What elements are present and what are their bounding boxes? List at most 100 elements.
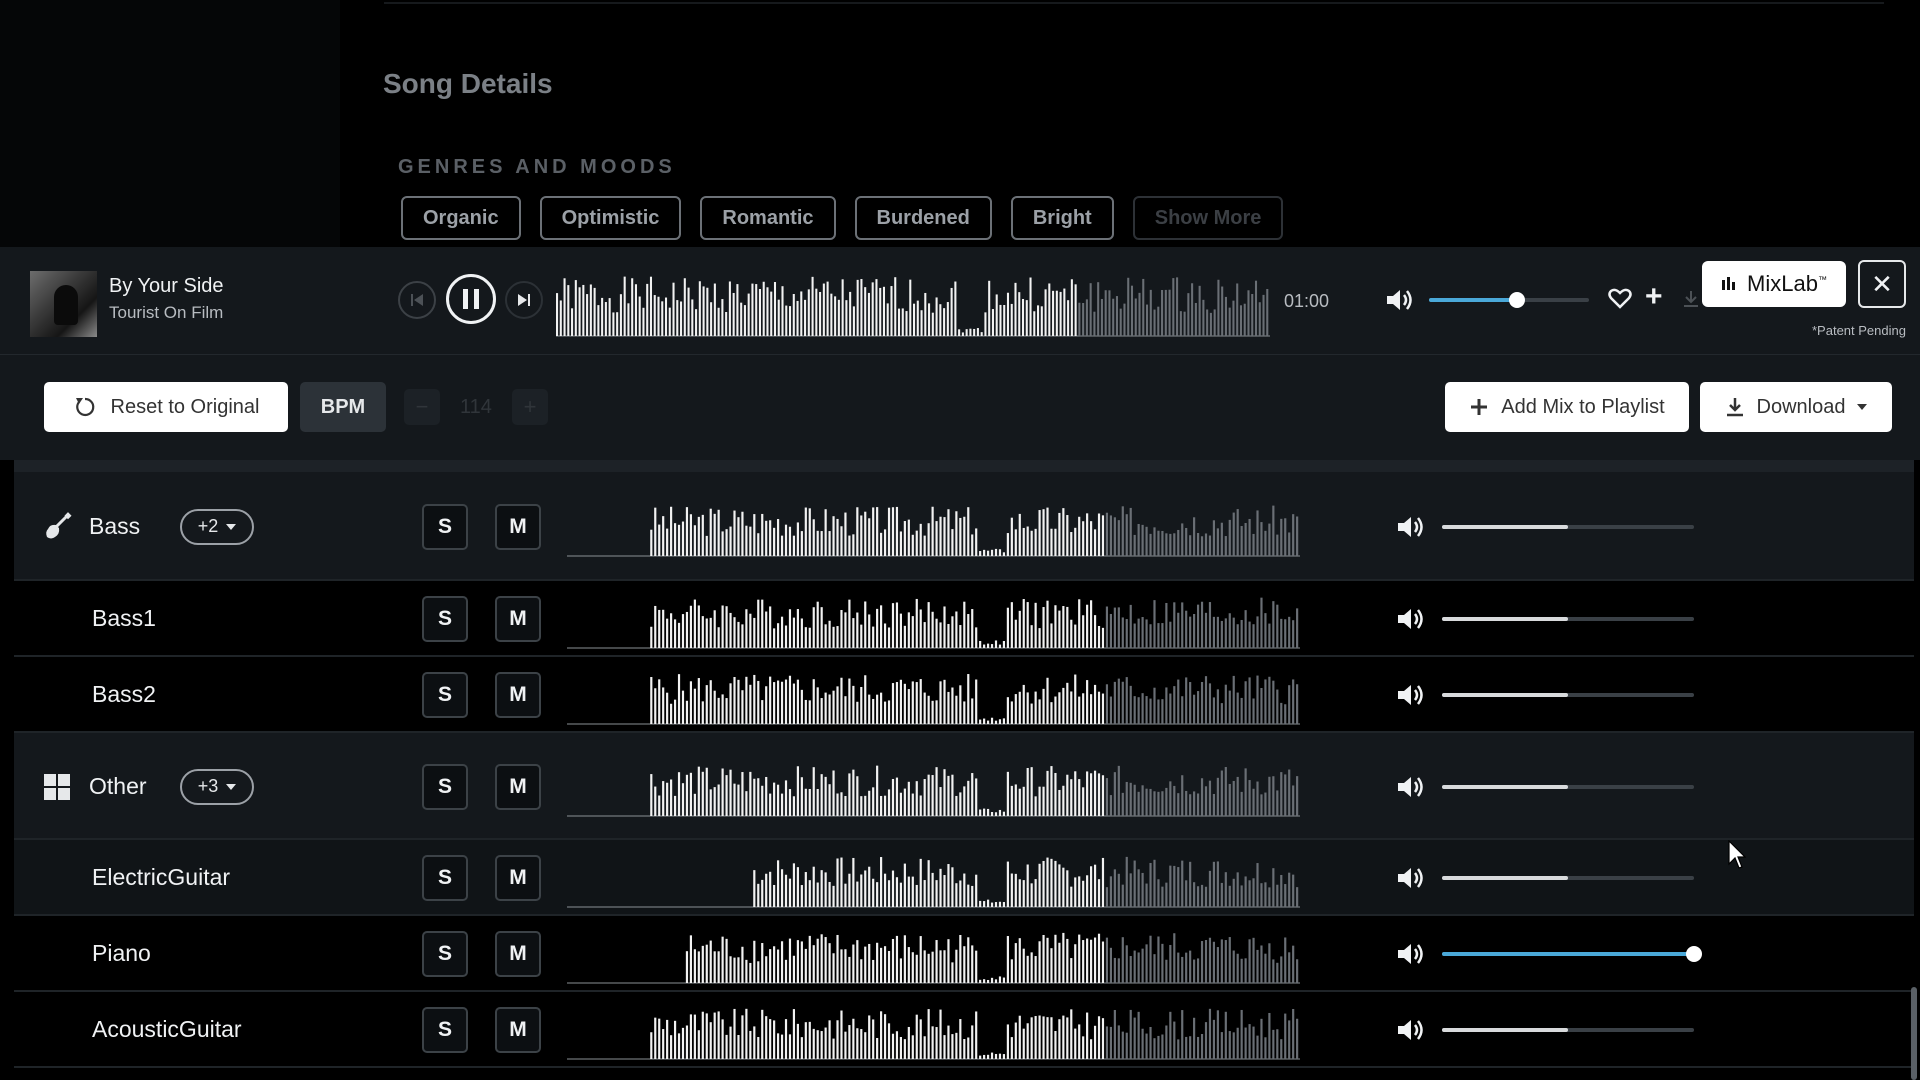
bpm-decrease-button[interactable]: − — [404, 389, 440, 425]
waveform-bar — [983, 644, 986, 648]
volume-icon[interactable] — [1385, 287, 1415, 313]
waveform-bar — [780, 793, 784, 816]
waveform-bar — [1006, 771, 1009, 816]
main-waveform[interactable] — [556, 267, 1270, 337]
volume-icon[interactable] — [1396, 682, 1426, 708]
waveform-bar — [681, 690, 685, 724]
waveform-bar — [1022, 527, 1025, 556]
expand-stems-button[interactable]: +2 — [180, 508, 254, 545]
song-details-background: Song Details GENRES AND MOODS Organic Op… — [0, 0, 1920, 247]
waveform-bar — [820, 607, 823, 648]
mixlab-button[interactable]: MixLab™ — [1702, 261, 1846, 307]
mute-button[interactable]: M — [495, 596, 541, 642]
waveform-bar — [1296, 515, 1299, 556]
reset-to-original-button[interactable]: Reset to Original — [44, 382, 288, 432]
track-volume-slider[interactable] — [1442, 946, 1702, 962]
bpm-button[interactable]: BPM — [300, 382, 386, 432]
waveform-bar — [1074, 1028, 1077, 1059]
download-button[interactable]: Download — [1700, 382, 1892, 432]
track-volume-knob[interactable] — [1686, 946, 1702, 962]
waveform-bar — [1006, 532, 1009, 556]
album-art[interactable] — [30, 271, 97, 337]
waveform-bar — [658, 1018, 661, 1059]
add-to-playlist-icon[interactable]: + — [1645, 282, 1663, 312]
genre-chip[interactable]: Optimistic — [539, 196, 682, 240]
track-waveform[interactable] — [567, 665, 1300, 725]
solo-button[interactable]: S — [422, 596, 468, 642]
waveform-bar — [923, 692, 926, 724]
waveform-bar — [701, 616, 704, 648]
scrollbar[interactable] — [1911, 987, 1917, 1080]
solo-button[interactable]: S — [422, 855, 468, 901]
volume-icon[interactable] — [1396, 865, 1426, 891]
volume-icon[interactable] — [1396, 1017, 1426, 1043]
track-waveform[interactable] — [567, 1000, 1300, 1060]
waveform-bar — [824, 776, 827, 816]
solo-button[interactable]: S — [422, 763, 468, 810]
mute-button[interactable]: M — [495, 931, 541, 977]
waveform-bar — [975, 679, 978, 724]
waveform-bar — [769, 793, 772, 816]
waveform-bar — [947, 1025, 950, 1059]
mute-button[interactable]: M — [495, 503, 541, 550]
genres-heading: GENRES AND MOODS — [398, 156, 676, 178]
mute-button[interactable]: M — [495, 855, 541, 901]
volume-icon[interactable] — [1396, 941, 1426, 967]
track-volume-slider[interactable] — [1442, 876, 1694, 880]
track-waveform[interactable] — [567, 848, 1300, 908]
previous-button[interactable] — [398, 281, 436, 319]
track-volume-slider[interactable] — [1442, 1028, 1694, 1032]
next-button[interactable] — [505, 281, 543, 319]
mute-button[interactable]: M — [495, 1007, 541, 1053]
solo-button[interactable]: S — [422, 1007, 468, 1053]
track-title[interactable]: By Your Side — [109, 275, 224, 298]
waveform-bar — [1082, 303, 1085, 336]
track-volume-slider[interactable] — [1442, 617, 1694, 621]
track-waveform[interactable] — [567, 924, 1300, 984]
waveform-bar — [820, 934, 823, 983]
waveform-bar — [1034, 956, 1037, 983]
show-more-button[interactable]: Show More — [1132, 196, 1284, 240]
expand-stems-button[interactable]: +3 — [180, 768, 254, 805]
genre-chip[interactable]: Romantic — [700, 196, 836, 240]
waveform-bar — [1169, 780, 1172, 816]
bpm-increase-button[interactable]: + — [512, 389, 548, 425]
solo-button[interactable]: S — [422, 672, 468, 718]
volume-icon[interactable] — [1396, 606, 1426, 632]
close-icon: ✕ — [1871, 268, 1893, 299]
waveform-bar — [1121, 884, 1124, 907]
waveform-bar — [693, 599, 696, 648]
volume-icon[interactable] — [1396, 774, 1426, 800]
genre-chip[interactable]: Burdened — [854, 196, 992, 240]
pause-button[interactable] — [446, 274, 496, 324]
mute-button[interactable]: M — [495, 672, 541, 718]
solo-button[interactable]: S — [422, 503, 468, 550]
waveform-bar — [1236, 283, 1239, 336]
track-artist[interactable]: Tourist On Film — [109, 303, 223, 323]
track-volume-slider[interactable] — [1442, 524, 1694, 529]
waveform-bar — [1050, 528, 1053, 556]
download-icon[interactable] — [1682, 289, 1700, 309]
track-waveform[interactable] — [567, 497, 1300, 557]
track-volume-slider[interactable] — [1442, 693, 1694, 697]
track-waveform[interactable] — [567, 757, 1300, 817]
volume-knob[interactable] — [1509, 292, 1525, 308]
waveform-bar — [852, 944, 855, 983]
volume-icon[interactable] — [1396, 514, 1426, 540]
track-volume-slider[interactable] — [1442, 784, 1694, 789]
waveform-bar — [1115, 296, 1118, 336]
close-button[interactable]: ✕ — [1858, 260, 1906, 308]
genre-chip[interactable]: Organic — [401, 196, 521, 240]
genre-chip[interactable]: Bright — [1010, 196, 1114, 240]
waveform-bar — [943, 679, 946, 724]
mute-button[interactable]: M — [495, 763, 541, 810]
waveform-bar — [673, 699, 677, 724]
solo-button[interactable]: S — [422, 931, 468, 977]
bpm-value: 114 — [460, 396, 492, 418]
waveform-bar — [1062, 932, 1065, 983]
heart-icon[interactable] — [1608, 287, 1632, 309]
waveform-bar — [1165, 687, 1168, 724]
track-waveform[interactable] — [567, 589, 1300, 649]
add-mix-to-playlist-button[interactable]: Add Mix to Playlist — [1445, 382, 1689, 432]
volume-slider[interactable] — [1429, 292, 1589, 308]
